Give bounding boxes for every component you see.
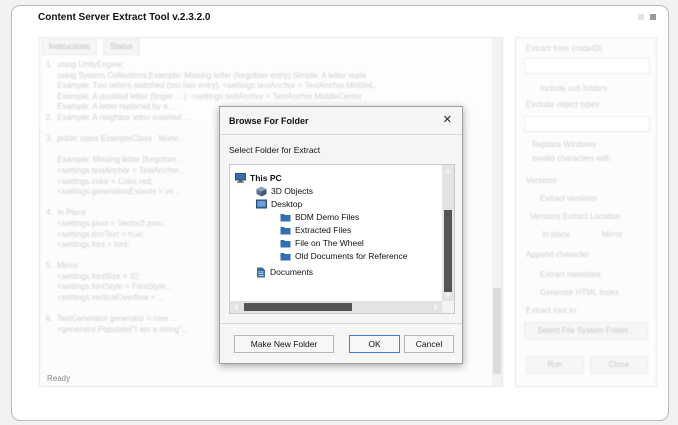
tree-label: Documents [270,267,313,277]
in-place-option[interactable]: In place [542,230,570,239]
computer-icon [235,173,246,183]
tree-label: This PC [250,173,282,183]
tree-label: Desktop [271,199,303,209]
extract-from-label: Extract from (nodeID) [526,44,603,53]
minimize-button[interactable] [638,14,644,20]
make-new-folder-button[interactable]: Make New Folder [234,335,334,353]
divider [220,134,462,135]
tree-label: Extracted Files [295,225,352,235]
app-title: Content Server Extract Tool v.2.3.2.0 [38,12,211,23]
tree-item-desktop[interactable]: Desktop [256,198,302,210]
tree-label: 3D Objects [271,186,314,196]
scroll-up-icon[interactable] [444,168,452,173]
versions-label: Versions [526,176,557,185]
scroll-right-icon[interactable] [434,303,439,311]
invalid-characters-label: invalid characters with [532,154,611,163]
maximize-button[interactable] [650,14,656,20]
options-panel: Extract from (nodeID) Include sub folder… [515,37,657,387]
run-button[interactable]: Run [526,356,584,374]
folder-icon [280,239,291,247]
close-button[interactable]: Close [590,356,648,374]
tree-item-documents[interactable]: Documents [256,266,313,278]
tree-label: Old Documents for Reference [295,251,408,261]
ok-button[interactable]: OK [349,335,400,353]
tree-item-file-on-the-wheel[interactable]: File on The Wheel [280,237,364,249]
tree-item-old-documents[interactable]: Old Documents for Reference [280,250,407,262]
include-sub-folders-label[interactable]: Include sub folders [540,84,607,93]
tree-horizontal-scrollbar[interactable] [230,301,442,313]
append-character-label: Append character [526,250,590,259]
instructions-scrollbar[interactable] [492,38,502,386]
replace-windows-label: Replace Windows [532,140,597,149]
exclude-object-types-label: Exclude object types [526,100,600,109]
tree-item-this-pc[interactable]: This PC [235,172,282,184]
scrollbar-corner [442,301,454,313]
mirror-option[interactable]: Mirror [602,230,623,239]
cancel-button[interactable]: Cancel [404,335,454,353]
folder-tree: This PC 3D Objects Desktop BDM Demo File… [229,164,455,314]
dialog-title: Browse For Folder [229,116,309,126]
scroll-down-icon[interactable] [444,293,452,298]
generate-html-index-label[interactable]: Generate HTML Index [540,288,619,297]
divider [220,323,462,324]
scroll-left-icon[interactable] [233,303,238,311]
tree-item-bdm-demo-files[interactable]: BDM Demo Files [280,211,359,223]
status-text: Ready [47,374,71,383]
folder-icon [280,252,291,260]
exclude-types-input[interactable] [524,116,650,132]
browse-folder-dialog: Browse For Folder ✕ Select Folder for Ex… [219,106,463,364]
horizontal-scroll-thumb[interactable] [244,303,352,311]
folder-icon [280,226,291,234]
dialog-subtitle: Select Folder for Extract [229,145,321,155]
document-icon [257,267,265,277]
tree-vertical-scrollbar[interactable] [442,165,454,301]
extract-versions-label[interactable]: Extract versions [540,194,597,203]
tab-instructions[interactable]: Instructions [42,39,97,55]
node-id-input[interactable] [524,58,650,74]
extract-root-label: Extract root to: [526,306,579,315]
desktop-folder-icon [256,199,267,209]
tree-item-3d-objects[interactable]: 3D Objects [256,185,313,197]
tree-label: File on The Wheel [295,238,364,248]
dialog-close-icon[interactable]: ✕ [443,113,452,126]
tree-label: BDM Demo Files [295,212,360,222]
tree-item-extracted-files[interactable]: Extracted Files [280,224,351,236]
versions-location-label: Versions Extract Location [530,212,621,221]
folder-icon [280,213,291,221]
cube-icon [256,186,267,196]
scroll-thumb[interactable] [493,288,501,374]
extract-metadata-label[interactable]: Extract metadata [540,270,600,279]
title-bar: Content Server Extract Tool v.2.3.2.0 [12,6,668,28]
select-folder-button[interactable]: Select File System Folder... [524,322,648,340]
vertical-scroll-thumb[interactable] [444,210,452,292]
tab-status[interactable]: Status [103,39,140,55]
